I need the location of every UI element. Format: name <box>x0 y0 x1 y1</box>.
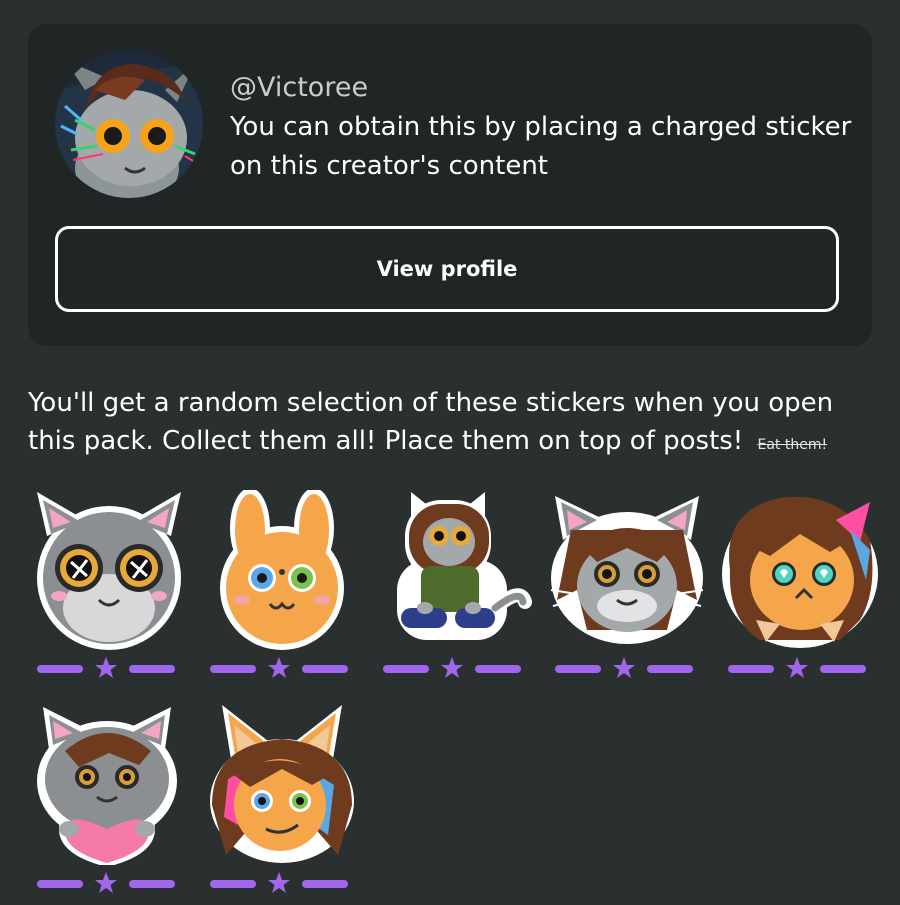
rarity-indicator <box>383 656 521 682</box>
sticker-gray-cat-holding-heart[interactable] <box>29 705 189 905</box>
sticker-cat-in-green-sweater[interactable] <box>375 490 535 690</box>
sticker-gray-cat-sparkle-eyes[interactable] <box>29 490 189 690</box>
creator-handle[interactable]: @Victoree <box>230 72 368 103</box>
sticker-orange-fox-smirk[interactable] <box>202 705 362 905</box>
star-icon <box>268 657 290 678</box>
sticker-obtain-description: You can obtain this by placing a charged… <box>230 112 852 181</box>
rarity-indicator <box>37 656 175 682</box>
star-icon <box>95 657 117 678</box>
star-icon <box>613 657 635 678</box>
rarity-indicator <box>37 871 175 897</box>
cat-in-green-sweater-art <box>397 492 532 640</box>
gray-cat-sparkle-eyes-art <box>37 492 181 650</box>
orange-fox-heart-eyes-art <box>722 496 878 648</box>
orange-fox-smirk-art <box>210 705 354 863</box>
sticker-orange-fox-heart-eyes[interactable] <box>720 490 880 690</box>
star-icon <box>441 657 463 678</box>
creator-avatar[interactable] <box>55 50 203 198</box>
rarity-indicator <box>210 656 348 682</box>
pack-intro-text: You'll get a random selection of these s… <box>28 388 834 456</box>
pack-description: You'll get a random selection of these s… <box>28 384 878 464</box>
sticker-orange-bunny[interactable] <box>202 490 362 690</box>
star-icon <box>268 872 290 893</box>
star-icon <box>786 657 808 678</box>
creator-card: @Victoree You can obtain this by placing… <box>28 24 872 346</box>
rarity-indicator <box>210 871 348 897</box>
orange-bunny-art <box>220 490 344 650</box>
strikethrough-joke: Eat them! <box>757 437 828 453</box>
sticker-brown-hair-gray-cat[interactable] <box>547 490 707 690</box>
view-profile-button[interactable]: View profile <box>55 226 839 312</box>
brown-hair-gray-cat-art <box>550 496 704 644</box>
star-icon <box>95 872 117 893</box>
gray-cat-holding-heart-art <box>37 707 177 865</box>
rarity-indicator <box>555 656 693 682</box>
rarity-indicator <box>728 656 866 682</box>
